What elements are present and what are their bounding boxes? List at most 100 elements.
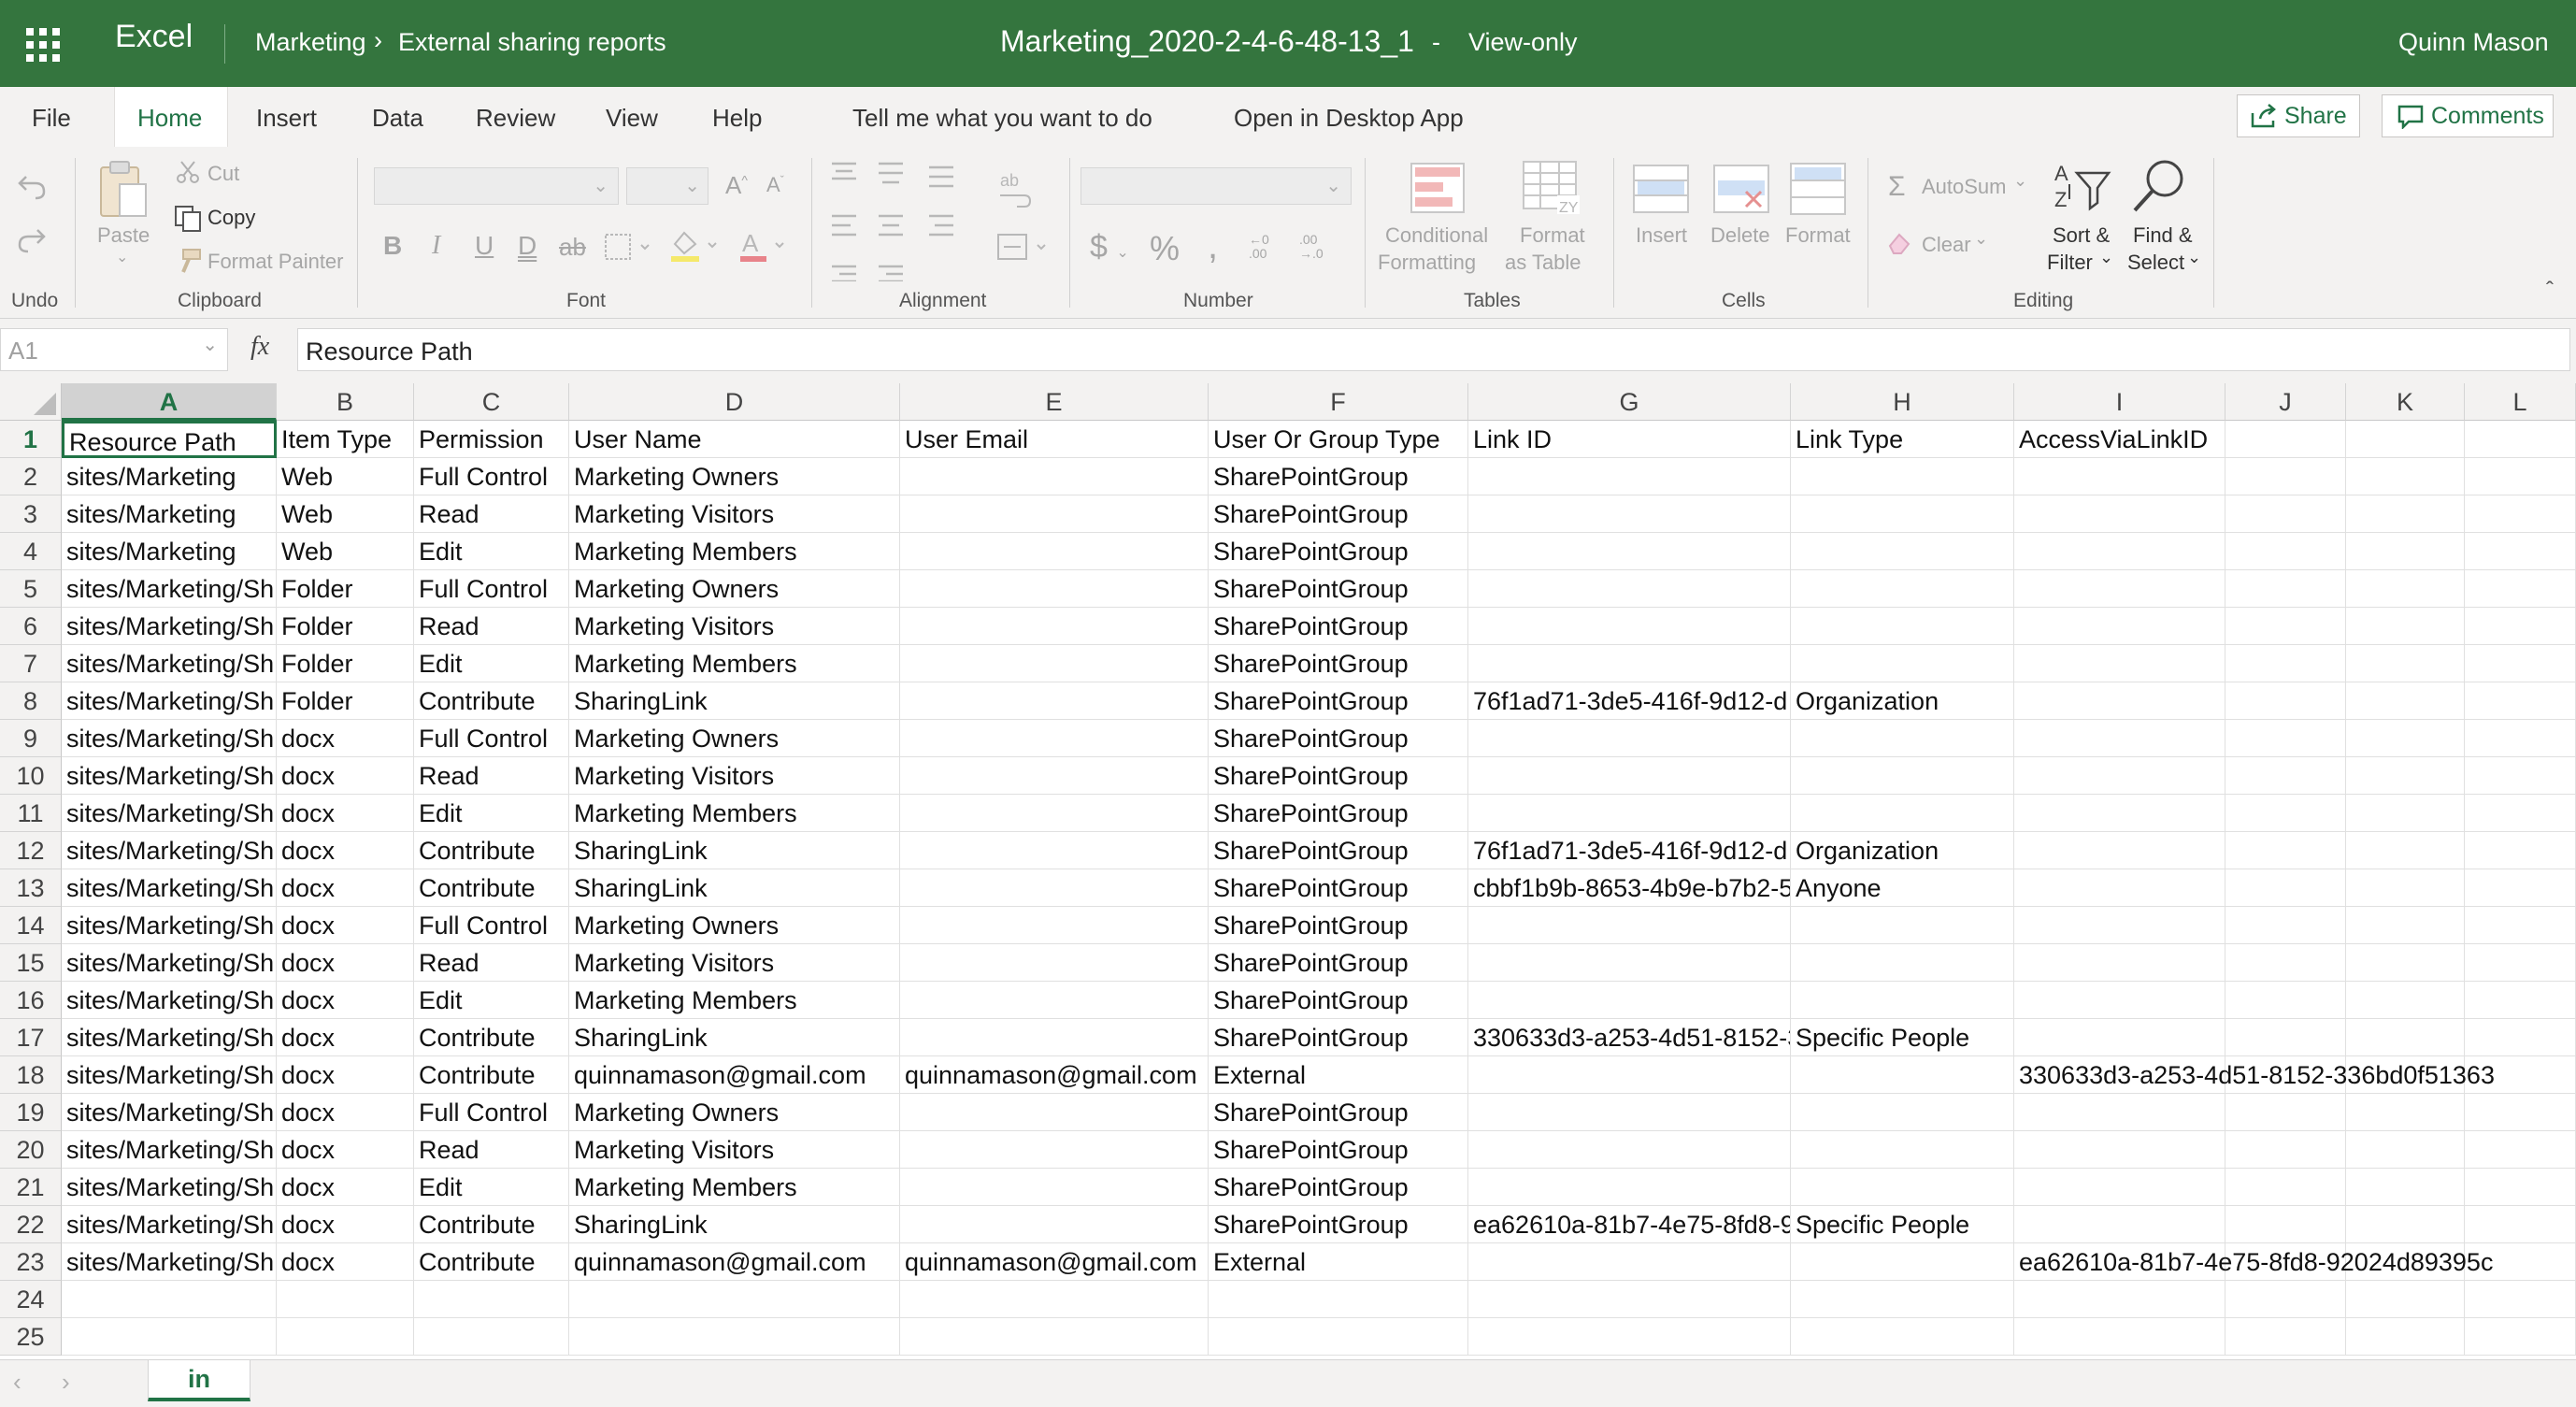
table-cell[interactable]: SharingLink <box>569 869 900 907</box>
table-cell[interactable]: SharePointGroup <box>1209 570 1468 608</box>
row-header[interactable]: 24 <box>0 1281 62 1318</box>
table-cell[interactable]: sites/Marketing/Sh <box>62 1169 277 1206</box>
table-cell[interactable]: sites/Marketing/Sh <box>62 944 277 982</box>
table-cell[interactable] <box>900 1206 1209 1243</box>
table-cell[interactable]: sites/Marketing <box>62 495 277 533</box>
table-cell[interactable] <box>2465 1318 2576 1356</box>
table-cell[interactable] <box>1209 1281 1468 1318</box>
table-cell[interactable]: SharePointGroup <box>1209 682 1468 720</box>
column-header-c[interactable]: C <box>414 383 569 421</box>
percent-icon[interactable]: % <box>1150 229 1180 268</box>
table-cell[interactable]: docx <box>277 1056 414 1094</box>
table-cell[interactable] <box>2225 1131 2346 1169</box>
merge-cells-icon[interactable] <box>996 231 1052 267</box>
table-cell[interactable] <box>2014 458 2225 495</box>
table-cell[interactable]: docx <box>277 795 414 832</box>
paste-icon[interactable] <box>97 160 150 224</box>
table-cell[interactable] <box>2225 720 2346 757</box>
table-cell[interactable] <box>2346 458 2465 495</box>
table-cell[interactable]: Edit <box>414 533 569 570</box>
table-cell[interactable] <box>2014 682 2225 720</box>
column-header-a[interactable]: A <box>62 383 277 421</box>
table-cell[interactable]: Full Control <box>414 570 569 608</box>
table-cell[interactable]: Folder <box>277 570 414 608</box>
table-cell[interactable] <box>2465 533 2576 570</box>
clear-icon[interactable] <box>1886 229 1914 260</box>
cut-icon[interactable] <box>176 160 200 189</box>
row-header[interactable]: 14 <box>0 907 62 944</box>
table-cell[interactable] <box>900 795 1209 832</box>
font-color-icon[interactable]: A <box>738 229 791 267</box>
table-cell[interactable] <box>2014 1281 2225 1318</box>
format-painter-icon[interactable] <box>176 248 202 279</box>
fill-color-icon[interactable] <box>669 229 722 267</box>
table-cell[interactable] <box>2346 1206 2465 1243</box>
table-cell[interactable] <box>2346 1318 2465 1356</box>
underline-button[interactable]: U <box>475 231 494 261</box>
conditional-formatting-label-1[interactable]: Conditional <box>1385 223 1488 248</box>
table-cell[interactable]: Web <box>277 495 414 533</box>
table-cell[interactable] <box>1468 1318 1791 1356</box>
table-cell[interactable] <box>2014 757 2225 795</box>
table-cell[interactable]: SharePointGroup <box>1209 869 1468 907</box>
table-cell[interactable]: docx <box>277 720 414 757</box>
table-cell[interactable] <box>900 645 1209 682</box>
currency-icon[interactable]: $ ⌄ <box>1090 229 1129 266</box>
table-cell[interactable]: docx <box>277 757 414 795</box>
table-cell[interactable]: Read <box>414 944 569 982</box>
table-cell[interactable] <box>414 1318 569 1356</box>
table-cell[interactable] <box>900 495 1209 533</box>
table-cell[interactable] <box>2014 533 2225 570</box>
table-cell[interactable] <box>2014 907 2225 944</box>
table-cell[interactable] <box>900 533 1209 570</box>
header-cell[interactable]: Permission <box>414 421 569 458</box>
table-cell[interactable] <box>2225 570 2346 608</box>
table-cell[interactable] <box>2225 1281 2346 1318</box>
chevron-down-icon[interactable]: ⌄ <box>2099 248 2113 267</box>
table-cell[interactable] <box>2346 944 2465 982</box>
table-cell[interactable]: Folder <box>277 682 414 720</box>
table-cell[interactable]: SharingLink <box>569 1206 900 1243</box>
table-cell[interactable] <box>2346 495 2465 533</box>
table-cell[interactable] <box>1791 608 2014 645</box>
table-cell[interactable] <box>900 907 1209 944</box>
row-header[interactable]: 11 <box>0 795 62 832</box>
table-cell[interactable]: Marketing Owners <box>569 720 900 757</box>
table-cell[interactable]: 330633d3-a253-4d51-8152-3 <box>1468 1019 1791 1056</box>
table-cell[interactable]: Edit <box>414 645 569 682</box>
format-as-table-label-2[interactable]: as Table <box>1505 251 1581 275</box>
table-cell[interactable]: Marketing Members <box>569 982 900 1019</box>
clear-label[interactable]: Clear <box>1922 233 1971 257</box>
table-cell[interactable] <box>900 1318 1209 1356</box>
table-cell[interactable] <box>2014 720 2225 757</box>
table-cell[interactable] <box>900 1169 1209 1206</box>
table-cell[interactable] <box>2225 1318 2346 1356</box>
column-header-f[interactable]: F <box>1209 383 1468 421</box>
table-cell[interactable] <box>1791 757 2014 795</box>
table-cell[interactable] <box>1791 1281 2014 1318</box>
insert-cells-label[interactable]: Insert <box>1636 223 1687 248</box>
table-cell[interactable]: sites/Marketing/Sh <box>62 1094 277 1131</box>
table-cell[interactable]: Marketing Owners <box>569 1094 900 1131</box>
table-cell[interactable] <box>2346 1131 2465 1169</box>
table-cell[interactable]: SharePointGroup <box>1209 458 1468 495</box>
row-header[interactable]: 3 <box>0 495 62 533</box>
table-cell[interactable]: sites/Marketing/Sh <box>62 608 277 645</box>
table-cell[interactable]: sites/Marketing/Sh <box>62 795 277 832</box>
row-header[interactable]: 12 <box>0 832 62 869</box>
table-cell[interactable] <box>1468 1056 1791 1094</box>
name-box[interactable]: A1 ⌄ <box>0 328 228 371</box>
table-cell[interactable]: sites/Marketing/Sh <box>62 1131 277 1169</box>
row-header[interactable]: 10 <box>0 757 62 795</box>
table-cell[interactable]: docx <box>277 1131 414 1169</box>
column-header-h[interactable]: H <box>1791 383 2014 421</box>
table-cell[interactable] <box>2465 645 2576 682</box>
table-cell[interactable]: docx <box>277 1206 414 1243</box>
table-cell[interactable] <box>1468 757 1791 795</box>
table-cell[interactable]: Marketing Owners <box>569 570 900 608</box>
tell-me-search[interactable]: Tell me what you want to do <box>852 104 1152 133</box>
table-cell[interactable] <box>2346 907 2465 944</box>
table-cell[interactable]: sites/Marketing/Sh <box>62 757 277 795</box>
table-cell[interactable]: Contribute <box>414 869 569 907</box>
header-cell[interactable]: Link Type <box>1791 421 2014 458</box>
